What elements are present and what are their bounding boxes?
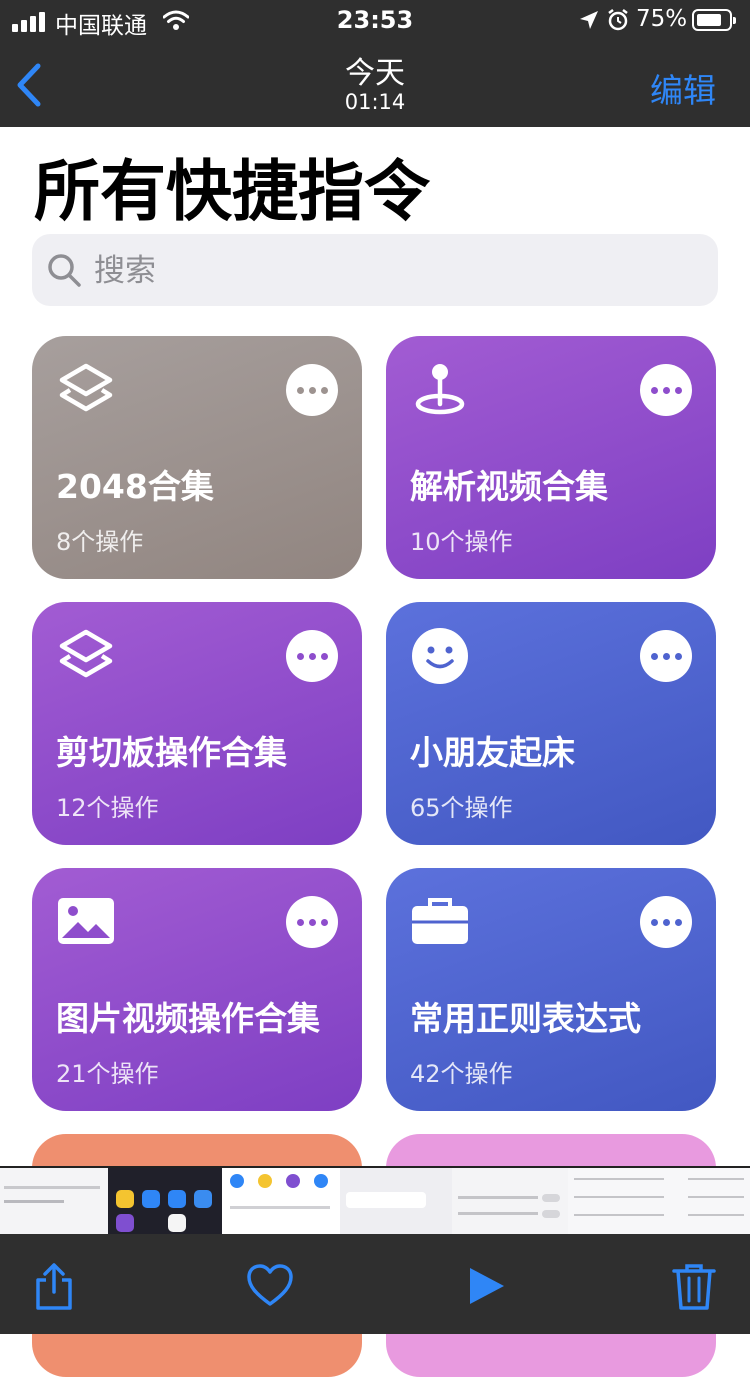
nav-subtitle: 01:14 (344, 90, 406, 114)
frame-thumbnail (568, 1168, 682, 1236)
more-button[interactable] (286, 364, 338, 416)
video-frame-strip[interactable] (0, 1166, 750, 1236)
shortcut-name: 2048合集 (56, 467, 214, 506)
status-bar: 中国联通 23:53 75% (0, 0, 750, 42)
layers-icon (59, 629, 113, 678)
frame-thumbnail (222, 1168, 340, 1236)
shortcut-count: 42个操作 (410, 1060, 513, 1088)
alarm-icon (608, 9, 628, 31)
nav-title: 今天 (345, 56, 405, 91)
shortcut-name: 解析视频合集 (410, 467, 608, 506)
edit-button[interactable]: 编辑 (650, 64, 716, 112)
shortcut-name: 剪切板操作合集 (56, 733, 287, 772)
more-button[interactable] (640, 896, 692, 948)
bottom-toolbar (0, 1234, 750, 1334)
shortcut-card-clipboard[interactable]: 剪切板操作合集 12个操作 (32, 602, 362, 845)
page-title: 所有快捷指令 (34, 153, 430, 230)
frame-thumbnail (452, 1168, 568, 1236)
more-button[interactable] (286, 630, 338, 682)
shortcut-count: 8个操作 (56, 528, 144, 556)
shortcut-count: 65个操作 (410, 794, 513, 822)
frame-thumbnail (340, 1168, 452, 1236)
battery-icon (692, 9, 736, 31)
more-button[interactable] (640, 630, 692, 682)
pin-icon (415, 364, 465, 415)
play-icon[interactable] (462, 1262, 510, 1310)
heart-icon[interactable] (246, 1262, 294, 1310)
shortcut-card-regex[interactable]: 常用正则表达式 42个操作 (386, 868, 716, 1111)
share-icon[interactable] (30, 1262, 78, 1310)
photo-icon (58, 898, 114, 944)
layers-icon (59, 363, 113, 412)
shortcut-count: 10个操作 (410, 528, 513, 556)
shortcut-count: 12个操作 (56, 794, 159, 822)
search-icon (48, 254, 81, 287)
more-button[interactable] (286, 896, 338, 948)
frame-thumbnail (682, 1168, 750, 1236)
shortcut-name: 图片视频操作合集 (56, 999, 320, 1038)
search-bar[interactable] (32, 234, 718, 308)
briefcase-icon (412, 898, 468, 944)
shortcut-card-2048[interactable]: 2048合集 8个操作 (32, 336, 362, 579)
shortcut-count: 21个操作 (56, 1060, 159, 1088)
smiley-icon (412, 628, 468, 684)
search-input[interactable] (92, 234, 696, 308)
frame-thumbnail (0, 1168, 108, 1236)
shortcut-name: 小朋友起床 (410, 733, 575, 772)
shortcut-card-video-parse[interactable]: 解析视频合集 10个操作 (386, 336, 716, 579)
shortcut-name: 常用正则表达式 (410, 999, 641, 1038)
top-bar: 中国联通 23:53 75% 今天 01:14 编辑 (0, 0, 750, 127)
trash-icon[interactable] (670, 1262, 718, 1310)
more-button[interactable] (640, 364, 692, 416)
shortcut-card-kids-wakeup[interactable]: 小朋友起床 65个操作 (386, 602, 716, 845)
frame-thumbnail (108, 1168, 222, 1236)
location-arrow-icon (580, 11, 598, 29)
battery-percent: 75% (636, 6, 688, 32)
shortcut-card-photo-video[interactable]: 图片视频操作合集 21个操作 (32, 868, 362, 1111)
